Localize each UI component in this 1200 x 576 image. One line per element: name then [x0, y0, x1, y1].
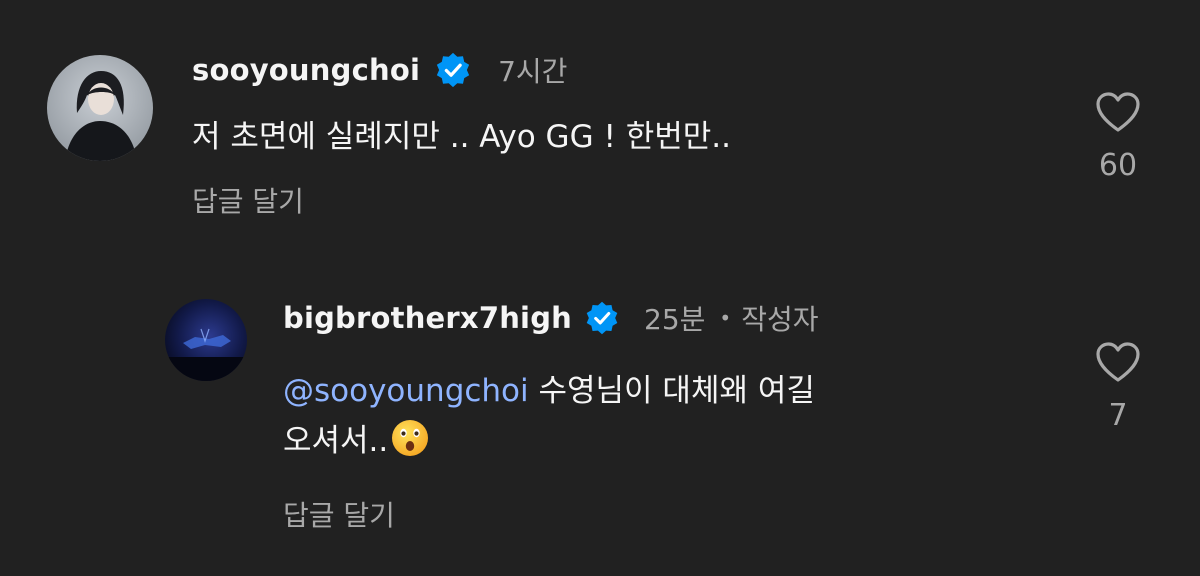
verified-badge-icon: [586, 301, 618, 335]
comment-text: @sooyoungchoi 수영님이 대체왜 여길오셔서..: [283, 366, 943, 466]
reply-button[interactable]: 답글 달기: [283, 494, 395, 534]
comment-time: 25분: [644, 303, 706, 336]
mention-link[interactable]: @sooyoungchoi: [283, 373, 529, 409]
author-label: 작성자: [741, 303, 819, 336]
avatar[interactable]: [165, 299, 247, 381]
username[interactable]: bigbrotherx7high: [283, 301, 572, 335]
like-count: 60: [1098, 148, 1138, 183]
like-column: 7: [1078, 340, 1158, 433]
comment-header: sooyoungchoi 7시간: [192, 48, 567, 92]
like-count: 7: [1108, 398, 1128, 433]
reply-button[interactable]: 답글 달기: [192, 180, 304, 220]
username[interactable]: sooyoungchoi: [192, 53, 420, 87]
verified-badge-icon: [436, 52, 470, 88]
astonished-face-emoji: [392, 420, 429, 456]
comments-section: sooyoungchoi 7시간 저 초면에 실례지만 .. Ayo GG ! …: [0, 0, 1200, 576]
heart-outline-icon[interactable]: [1094, 90, 1142, 134]
avatar[interactable]: [47, 55, 153, 161]
comment-text-line1: 수영님이 대체왜 여길: [538, 373, 815, 409]
separator-dot: •: [719, 306, 732, 330]
heart-outline-icon[interactable]: [1094, 340, 1142, 384]
comment-header: bigbrotherx7high 25분 • 작성자: [283, 296, 818, 340]
comment-text: 저 초면에 실례지만 .. Ayo GG ! 한번만..: [192, 119, 731, 155]
like-column: 60: [1078, 90, 1158, 183]
comment-time: 7시간: [498, 55, 568, 88]
comment-text-line2: 오셔서..: [283, 423, 389, 459]
